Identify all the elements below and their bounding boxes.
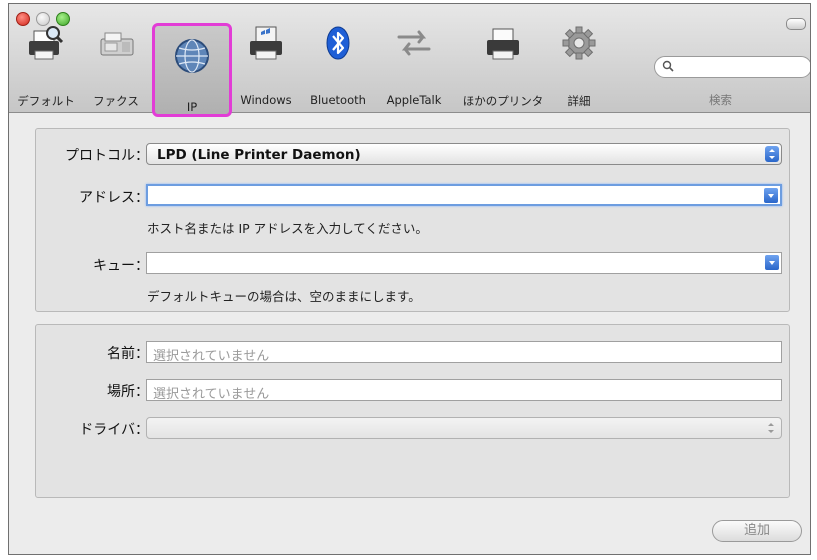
location-input[interactable]: 選択されていません	[146, 379, 782, 402]
protocol-popup[interactable]: LPD (Line Printer Daemon)	[146, 143, 782, 165]
queue-input[interactable]	[146, 252, 782, 274]
toolbar-item-label: ほかのプリンタ	[462, 94, 544, 108]
toolbar-item-bluetooth[interactable]: Bluetooth	[301, 17, 375, 107]
gear-icon	[562, 26, 596, 60]
toolbar-item-label: 詳細	[567, 94, 591, 108]
toolbar-item-ip[interactable]: IP	[152, 23, 232, 117]
address-hint: ホスト名または IP アドレスを入力してください。	[147, 221, 428, 236]
printer-magnifier-icon	[29, 26, 64, 60]
search-icon	[662, 60, 674, 72]
name-label: 名前：	[107, 346, 149, 362]
combo-dropdown-icon[interactable]	[765, 255, 779, 270]
fax-icon	[100, 32, 134, 56]
queue-label: キュー：	[93, 258, 149, 274]
location-placeholder: 選択されていません	[153, 387, 270, 402]
search-label: 検索	[709, 93, 732, 107]
toolbar-item-label: AppleTalk	[386, 93, 442, 107]
windows-printer-icon	[250, 26, 282, 60]
address-input[interactable]	[146, 184, 782, 206]
toolbar-item-default[interactable]: デフォルト	[11, 17, 81, 108]
bluetooth-icon	[326, 26, 350, 60]
printer-icon	[487, 28, 519, 60]
toolbar-item-appletalk[interactable]: AppleTalk	[375, 17, 453, 107]
toolbar: デフォルト ファクス IP Windows Bluetooth AppleTal…	[9, 4, 810, 117]
toolbar-toggle-button[interactable]	[786, 18, 806, 30]
popup-stepper-icon	[765, 146, 779, 162]
address-label: アドレス：	[79, 190, 149, 206]
protocol-label: プロトコル：	[65, 148, 149, 164]
globe-icon	[175, 39, 209, 73]
toolbar-item-advanced[interactable]: 詳細	[553, 17, 605, 108]
toolbar-item-label: ファクス	[93, 94, 139, 108]
driver-label: ドライバ：	[79, 422, 149, 438]
protocol-value: LPD (Line Printer Daemon)	[157, 147, 361, 163]
toolbar-item-label: Windows	[240, 93, 292, 107]
driver-popup[interactable]	[146, 417, 782, 439]
toolbar-item-windows[interactable]: Windows	[231, 17, 301, 107]
popup-stepper-icon	[768, 423, 774, 433]
toolbar-item-label: デフォルト	[17, 94, 75, 108]
location-label: 場所：	[107, 384, 149, 400]
details-panel: 名前： 選択されていません 場所： 選択されていません ドライバ：	[35, 324, 790, 498]
connection-panel: プロトコル： LPD (Line Printer Daemon) アドレス： ホ…	[35, 128, 790, 312]
search-field[interactable]	[654, 56, 810, 78]
combo-dropdown-icon[interactable]	[764, 188, 778, 203]
toolbar-item-other-printers[interactable]: ほかのプリンタ	[455, 17, 551, 108]
add-printer-window: デフォルト ファクス IP Windows Bluetooth AppleTal…	[8, 3, 811, 555]
appletalk-arrows-icon	[397, 30, 431, 56]
toolbar-item-fax[interactable]: ファクス	[81, 17, 151, 108]
name-placeholder: 選択されていません	[153, 349, 270, 364]
name-input[interactable]: 選択されていません	[146, 341, 782, 364]
add-button[interactable]: 追加	[712, 520, 802, 542]
toolbar-item-label: IP	[186, 100, 198, 114]
toolbar-item-label: Bluetooth	[310, 93, 366, 107]
queue-hint: デフォルトキューの場合は、空のままにします。	[147, 289, 421, 304]
